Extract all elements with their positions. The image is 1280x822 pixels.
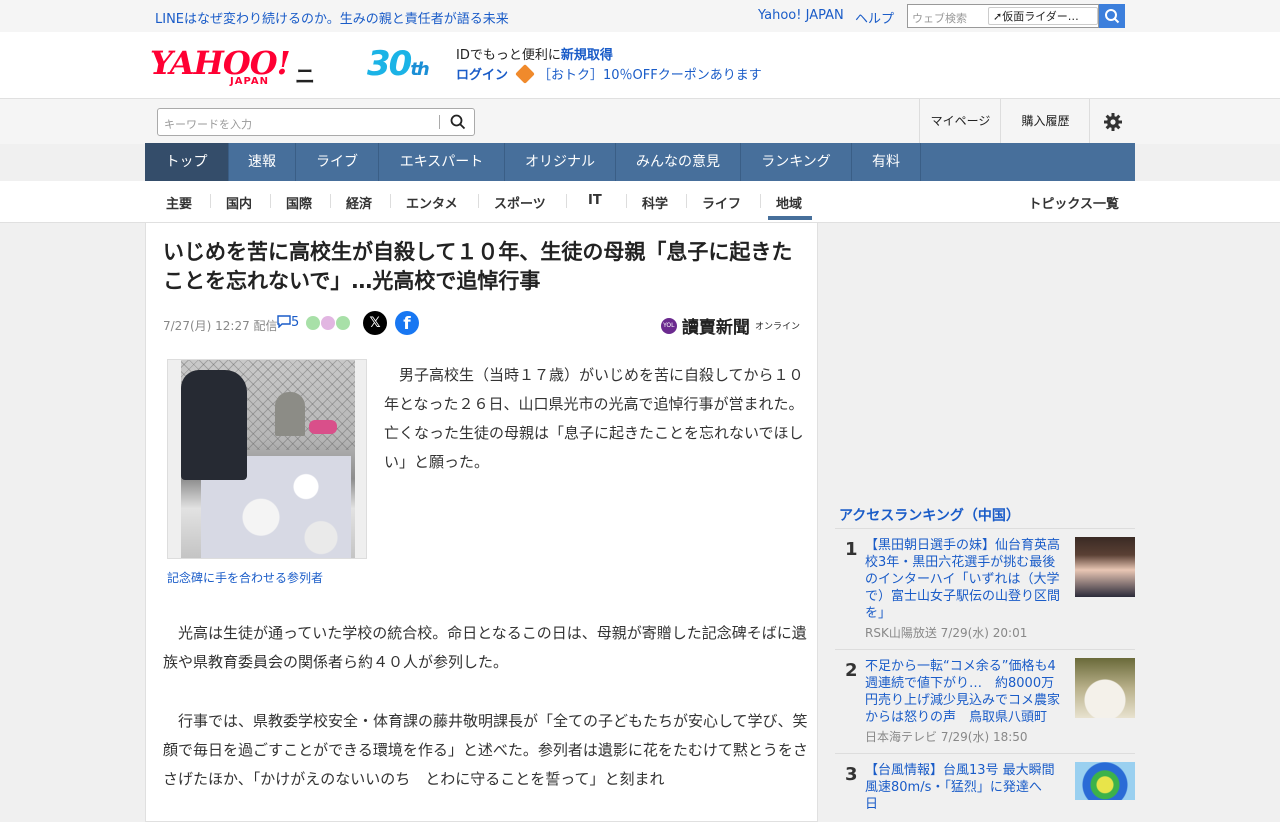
ranking-thumbnail [1075, 537, 1135, 597]
yol-badge: YOL [660, 317, 677, 334]
subnav-economy[interactable]: 経済 [346, 193, 372, 212]
ranking-number: 2 [845, 660, 858, 681]
ranking-thumbnail [1075, 658, 1135, 718]
web-search-input[interactable]: ウェブ検索 ➚仮面ライダー… [907, 4, 1099, 28]
reaction-face-icon [306, 316, 320, 330]
keyword-search-input[interactable]: キーワードを入力 [157, 108, 475, 136]
reaction-face-icon [321, 316, 335, 330]
search-icon[interactable] [450, 114, 466, 130]
ranking-headline[interactable]: 【黒田朝日選手の妹】仙台育英高校3年・黒田六花選手が挑む最後のインターハイ「いず… [865, 537, 1067, 622]
web-search-button[interactable] [1099, 4, 1125, 28]
reaction-faces[interactable] [306, 315, 351, 334]
search-divider [439, 115, 440, 129]
comment-count-link[interactable]: 5 [277, 315, 299, 330]
settings-button[interactable] [1089, 99, 1136, 144]
article-panel: いじめを苦に高校生が自殺して１０年、生徒の母親「息子に起きたことを忘れないで」…… [145, 222, 818, 822]
ranking-headline[interactable]: 不足から一転“コメ余る”価格も4週連続で値下がり… 約8000万円売り上げ減少見… [865, 658, 1067, 726]
memorial-photo [181, 360, 355, 558]
nav-top[interactable]: トップ [145, 143, 229, 181]
ranking-number: 3 [845, 764, 858, 785]
nav-paid[interactable]: 有料 [852, 143, 921, 181]
subnav-entertainment[interactable]: エンタメ [406, 193, 458, 212]
access-ranking-title[interactable]: アクセスランキング（中国） [839, 505, 1020, 525]
subnav-region[interactable]: 地域 [776, 193, 802, 212]
nav-ranking[interactable]: ランキング [741, 143, 852, 181]
reaction-face-icon [336, 316, 350, 330]
ranking-thumbnail [1075, 762, 1135, 800]
category-subnav: 主要 国内 国際 経済 エンタメ スポーツ IT 科学 ライフ 地域 トピックス… [0, 181, 1280, 223]
article-paragraph: 行事では、県教委学校安全・体育課の藤井敬明課長が「全ての子どもたちが安心して学び… [163, 712, 808, 788]
article-title: いじめを苦に高校生が自殺して１０年、生徒の母親「息子に起きたことを忘れないで」…… [163, 240, 793, 293]
topics-list-link[interactable]: トピックス一覧 [1028, 193, 1119, 212]
mypage-button[interactable]: マイページ [919, 99, 1001, 144]
subnav-life[interactable]: ライフ [702, 193, 741, 212]
search-suggestion-chip[interactable]: ➚仮面ライダー… [988, 7, 1098, 25]
subnav-science[interactable]: 科学 [642, 193, 668, 212]
login-link[interactable]: ログイン [456, 68, 508, 83]
subnav-main[interactable]: 主要 [166, 193, 192, 212]
search-icon [1105, 9, 1120, 24]
article-date: 7/27(月) 12:27 配信 [163, 319, 278, 333]
30th-anniversary-logo[interactable]: 30th [367, 44, 430, 84]
web-search-placeholder: ウェブ検索 [912, 12, 967, 25]
ranking-source: 日本海テレビ 7/29(水) 18:50 [865, 730, 1028, 744]
article-paragraph: 光高は生徒が通っていた学校の統合校。命日となるこの日は、母親が寄贈した記念碑そば… [163, 624, 807, 671]
coupon-link[interactable]: ［おトク］10％OFFクーポンあります [538, 68, 762, 83]
gear-icon [1104, 112, 1122, 131]
subnav-domestic[interactable]: 国内 [226, 193, 252, 212]
keyword-placeholder: キーワードを入力 [164, 118, 252, 131]
site-header: YAHOO! JAPAN ニュース 30th IDでもっと便利に新規取得 ログイ… [0, 32, 1280, 175]
nav-opinions[interactable]: みんなの意見 [616, 143, 741, 181]
photo-caption[interactable]: 記念碑に手を合わせる参列者 [167, 569, 323, 586]
new-signup-link[interactable]: 新規取得 [561, 48, 613, 63]
subnav-active-indicator [768, 216, 812, 220]
help-link[interactable]: ヘルプ [855, 8, 894, 27]
article-lead: 男子高校生（当時１７歳）がいじめを苦に自殺してから１０年となった２６日、山口県光… [384, 366, 804, 471]
facebook-share-icon[interactable]: f [395, 311, 419, 335]
ranking-number: 1 [845, 539, 858, 560]
nav-expert[interactable]: エキスパート [379, 143, 505, 181]
article-photo[interactable] [167, 359, 367, 559]
search-row: キーワードを入力 マイページ 購入履歴 [0, 98, 1280, 144]
nav-breaking[interactable]: 速報 [229, 143, 296, 181]
x-share-icon[interactable]: 𝕏 [363, 311, 387, 335]
trend-icon: ➚ [993, 10, 1003, 23]
main-nav: トップ 速報 ライブ エキスパート オリジナル みんなの意見 ランキング 有料 [0, 143, 1280, 181]
featured-headline-link[interactable]: LINEはなぜ変わり続けるのか。生みの親と責任者が語る未来 [155, 8, 509, 27]
ranking-headline[interactable]: 【台風情報】台風13号 最大瞬間風速80m/s・「猛烈」に発達へ 日 [865, 762, 1067, 813]
nav-live[interactable]: ライブ [296, 143, 379, 181]
subnav-international[interactable]: 国際 [286, 193, 312, 212]
comment-icon [277, 315, 291, 329]
nav-original[interactable]: オリジナル [505, 143, 616, 181]
ranking-source: RSK山陽放送 7/29(水) 20:01 [865, 626, 1028, 640]
yahoo-japan-link[interactable]: Yahoo! JAPAN [758, 8, 844, 23]
purchase-history-button[interactable]: 購入履歴 [1000, 99, 1090, 144]
coupon-tag-icon [515, 64, 535, 84]
login-box: IDでもっと便利に新規取得 ログイン ［おトク］10％OFFクーポンあります [456, 48, 762, 84]
source-logo[interactable]: YOL 讀賣新聞 オンライン [660, 313, 800, 338]
subnav-it[interactable]: IT [588, 193, 602, 208]
subnav-sports[interactable]: スポーツ [494, 193, 546, 212]
top-strip: LINEはなぜ変わり続けるのか。生みの親と責任者が語る未来 Yahoo! JAP… [0, 0, 1280, 32]
